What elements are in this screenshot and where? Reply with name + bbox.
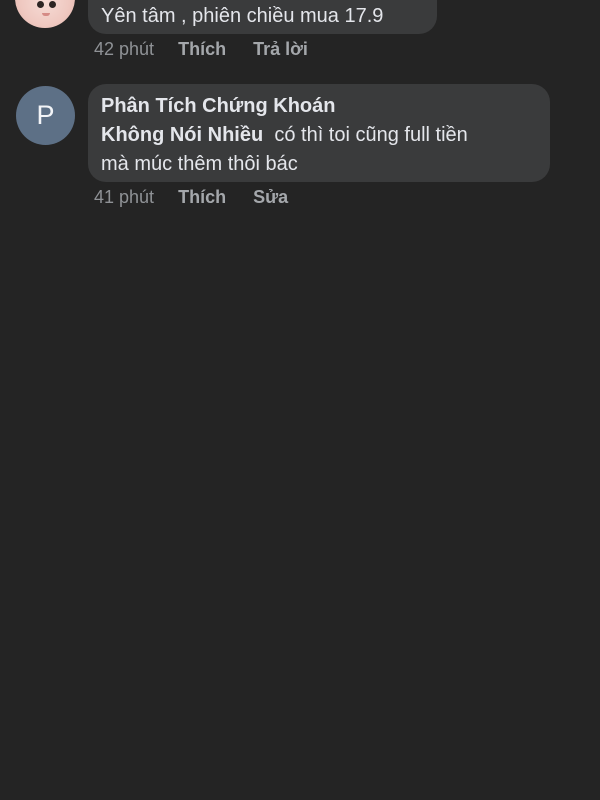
letter-avatar[interactable]: P	[16, 86, 75, 145]
like-button[interactable]: Thích	[178, 186, 226, 208]
comment-line-3: mà múc thêm thôi bác	[101, 150, 536, 179]
comment-line-2: Không Nói Nhiều có thì toi cũng full tiề…	[101, 121, 536, 150]
comment-text-line-1: có thì toi cũng full tiền	[274, 124, 468, 146]
comment-time: 42 phút	[94, 39, 155, 59]
comment-text-spacer	[263, 124, 274, 146]
comment-actions: 42 phút Thích Trả lời	[94, 38, 330, 60]
avatar-mouth	[42, 13, 50, 16]
comment-bubble[interactable]: Phân Tích Chứng Khoán Không Nói Nhiều có…	[88, 84, 550, 182]
comment-author-line-1[interactable]: Phân Tích Chứng Khoán	[101, 95, 335, 117]
avatar-eye-left	[37, 1, 44, 8]
comment-time: 41 phút	[94, 187, 155, 207]
edit-button[interactable]: Sửa	[253, 186, 288, 208]
comment-bubble[interactable]: Yên tâm , phiên chiều mua 17.9	[88, 0, 437, 34]
comment-author-line-2[interactable]: Không Nói Nhiều	[101, 124, 263, 146]
reply-button[interactable]: Trả lời	[253, 38, 308, 60]
comment-actions: 41 phút Thích Sửa	[94, 186, 310, 208]
comment-text-line-2: mà múc thêm thôi bác	[101, 153, 298, 175]
profile-avatar[interactable]	[15, 0, 75, 28]
comment-line-1: Phân Tích Chứng Khoán	[101, 92, 536, 121]
like-button[interactable]: Thích	[178, 38, 226, 60]
comment-text: Yên tâm , phiên chiều mua 17.9	[101, 5, 384, 27]
avatar-eye-right	[49, 1, 56, 8]
